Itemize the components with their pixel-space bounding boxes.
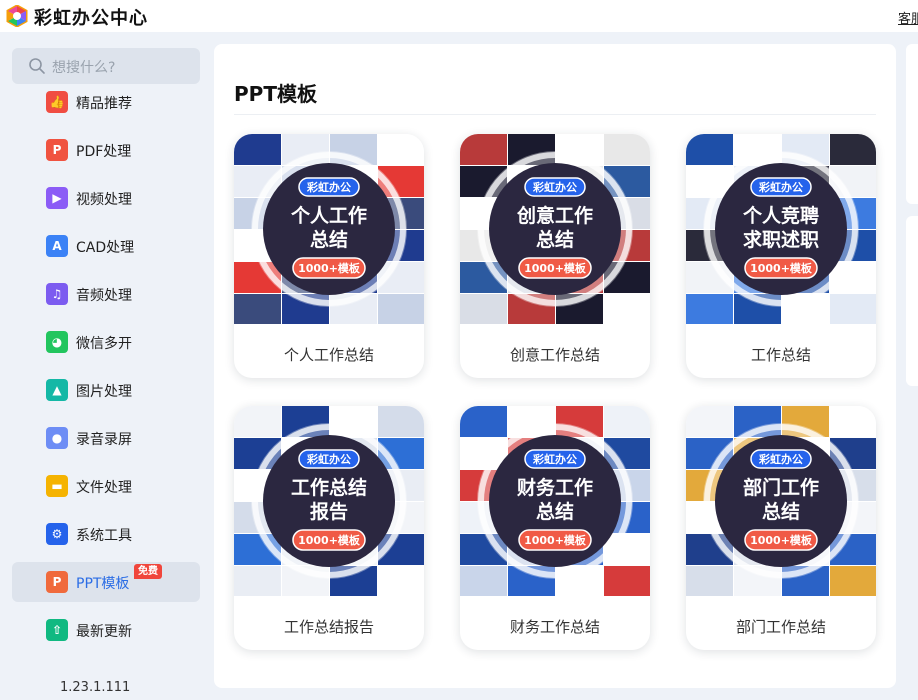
- wechat-icon: ◕: [46, 331, 68, 353]
- search-icon: [29, 58, 45, 74]
- cad-icon: A: [46, 235, 68, 257]
- update-upload-icon: ⇧: [46, 619, 68, 641]
- sidebar-item-label: 微信多开: [76, 336, 132, 352]
- sidebar-item[interactable]: ♫ 音频处理: [12, 274, 200, 314]
- template-card-label: 个人工作总结: [283, 346, 374, 364]
- template-card-label: 财务工作总结: [509, 618, 600, 636]
- card-brand: 彩虹办公: [532, 452, 577, 466]
- sidebar-item-label: PDF处理: [76, 144, 132, 160]
- thumbnail-art: 彩虹办公 创意工作 总结 1000+模板: [460, 134, 650, 324]
- sidebar-item-label: 文件处理: [76, 480, 132, 496]
- folder-icon: ▬: [46, 475, 68, 497]
- right-panel-edge: [906, 44, 918, 204]
- microphone-icon: ●: [46, 427, 68, 449]
- card-heading-line1: 部门工作: [743, 476, 819, 499]
- thumbnail-art: 彩虹办公 个人竞聘 求职述职 1000+模板: [686, 134, 876, 324]
- template-thumbnail: 彩虹办公 财务工作 总结 1000+模板: [460, 406, 650, 596]
- template-card-label: 创意工作总结: [509, 346, 600, 364]
- card-brand: 彩虹办公: [758, 452, 803, 466]
- template-thumbnail: 彩虹办公 个人工作 总结 1000+模板: [234, 134, 424, 324]
- sidebar-item-label: CAD处理: [76, 240, 135, 256]
- sidebar-item-label: 精品推荐: [76, 96, 132, 112]
- template-card[interactable]: 彩虹办公 财务工作 总结 1000+模板 财务工作总结: [460, 406, 650, 650]
- thumbnail-art: 彩虹办公 个人工作 总结 1000+模板: [234, 134, 424, 324]
- card-brand: 彩虹办公: [532, 180, 577, 194]
- title-bar: 彩虹办公中心 客服: [0, 0, 918, 32]
- sidebar-item[interactable]: ◕ 微信多开: [12, 322, 200, 362]
- customer-service-link[interactable]: 客服: [898, 8, 918, 27]
- card-count: 1000+模板: [524, 261, 587, 275]
- sidebar-item-label: 系统工具: [76, 528, 132, 544]
- thumbs-up-icon: 👍: [46, 91, 68, 113]
- template-thumbnail: 彩虹办公 部门工作 总结 1000+模板: [686, 406, 876, 596]
- sidebar-item-label: 录音录屏: [76, 432, 132, 448]
- gear-icon: ⚙: [46, 523, 68, 545]
- thumbnail-art: 彩虹办公 部门工作 总结 1000+模板: [686, 406, 876, 596]
- card-count: 1000+模板: [750, 533, 813, 547]
- video-play-icon: ▶: [46, 187, 68, 209]
- sidebar-item[interactable]: ⇧ 最新更新: [12, 610, 200, 650]
- free-badge: 免费: [134, 564, 162, 579]
- card-brand: 彩虹办公: [306, 452, 351, 466]
- sidebar: 想搜什么? 👍 精品推荐 P PDF处理 ▶ 视频处理 A CAD处理 ♫ 音频处理 ◕ 微信多开 ▲ 图…: [0, 32, 212, 700]
- sidebar-item-label: 音频处理: [76, 288, 132, 304]
- card-count: 1000+模板: [298, 261, 361, 275]
- sidebar-item[interactable]: ⚙ 系统工具: [12, 514, 200, 554]
- search-box[interactable]: 想搜什么?: [12, 48, 200, 84]
- card-heading-line2: 总结: [536, 500, 574, 523]
- card-brand: 彩虹办公: [306, 180, 351, 194]
- sidebar-item[interactable]: A CAD处理: [12, 226, 200, 266]
- template-thumbnail: 彩虹办公 个人竞聘 求职述职 1000+模板: [686, 134, 876, 324]
- image-icon: ▲: [46, 379, 68, 401]
- sidebar-item[interactable]: ▲ 图片处理: [12, 370, 200, 410]
- template-card[interactable]: 彩虹办公 个人竞聘 求职述职 1000+模板 工作总结: [686, 134, 876, 378]
- section-title: PPT模板: [234, 82, 317, 106]
- sidebar-item[interactable]: 👍 精品推荐: [12, 82, 200, 122]
- card-heading-line1: 财务工作: [517, 476, 593, 499]
- card-brand: 彩虹办公: [758, 180, 803, 194]
- app-logo-icon: [6, 5, 28, 27]
- sidebar-item-label: 图片处理: [76, 384, 132, 400]
- app-title: 彩虹办公中心: [34, 8, 148, 29]
- card-heading-line2: 报告: [310, 500, 348, 523]
- card-heading-line2: 总结: [536, 228, 574, 251]
- card-heading-line1: 工作总结: [291, 476, 367, 499]
- sidebar-item[interactable]: ▶ 视频处理: [12, 178, 200, 218]
- right-panel-edge: [906, 216, 918, 386]
- ppt-icon: P: [46, 571, 68, 593]
- template-card[interactable]: 彩虹办公 部门工作 总结 1000+模板 部门工作总结: [686, 406, 876, 650]
- card-heading-line2: 求职述职: [743, 228, 819, 251]
- card-count: 1000+模板: [298, 533, 361, 547]
- template-thumbnail: 彩虹办公 创意工作 总结 1000+模板: [460, 134, 650, 324]
- sidebar-item-label: PPT模板: [76, 576, 130, 592]
- template-card[interactable]: 彩虹办公 个人工作 总结 1000+模板 个人工作总结: [234, 134, 424, 378]
- sidebar-item-label: 视频处理: [76, 192, 132, 208]
- thumbnail-art: 彩虹办公 财务工作 总结 1000+模板: [460, 406, 650, 596]
- version-label: 1.23.1.111: [60, 680, 131, 695]
- sidebar-item[interactable]: P PPT模板 免费: [12, 562, 200, 602]
- sidebar-item[interactable]: P PDF处理: [12, 130, 200, 170]
- thumbnail-art: 彩虹办公 工作总结 报告 1000+模板: [234, 406, 424, 596]
- sidebar-item[interactable]: ● 录音录屏: [12, 418, 200, 458]
- sidebar-item-label: 最新更新: [76, 624, 132, 640]
- card-heading-line2: 总结: [762, 500, 800, 523]
- main-panel: PPT模板 彩虹办公 个人工作 总结 1000+模板 个人工作总结 彩虹办公 创…: [214, 44, 896, 688]
- search-input[interactable]: 想搜什么?: [52, 57, 115, 77]
- section-divider: [234, 114, 876, 115]
- template-card-label: 部门工作总结: [735, 618, 826, 636]
- template-card-label: 工作总结报告: [283, 618, 374, 636]
- sidebar-item[interactable]: ▬ 文件处理: [12, 466, 200, 506]
- card-heading-line1: 创意工作: [516, 204, 593, 227]
- template-thumbnail: 彩虹办公 工作总结 报告 1000+模板: [234, 406, 424, 596]
- template-card-label: 工作总结: [750, 346, 811, 364]
- card-heading-line1: 个人工作: [290, 204, 367, 227]
- pdf-icon: P: [46, 139, 68, 161]
- music-note-icon: ♫: [46, 283, 68, 305]
- card-heading-line1: 个人竞聘: [742, 204, 819, 227]
- template-card[interactable]: 彩虹办公 工作总结 报告 1000+模板 工作总结报告: [234, 406, 424, 650]
- card-heading-line2: 总结: [310, 228, 348, 251]
- card-count: 1000+模板: [524, 533, 587, 547]
- template-card[interactable]: 彩虹办公 创意工作 总结 1000+模板 创意工作总结: [460, 134, 650, 378]
- card-count: 1000+模板: [750, 261, 813, 275]
